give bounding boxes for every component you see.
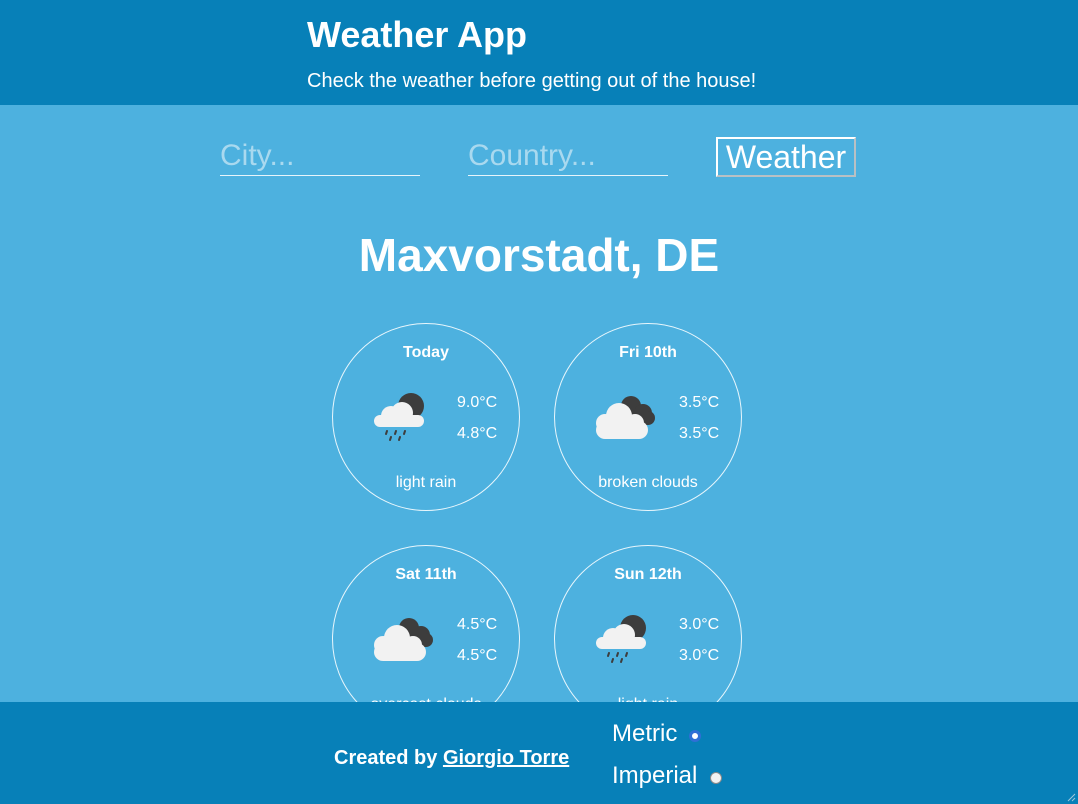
temp-max: 9.0°C xyxy=(457,394,498,411)
imperial-radio[interactable] xyxy=(710,772,722,784)
forecast-card-fri: Fri 10th 3.5°C 3.5°C broken clouds xyxy=(554,323,742,511)
resize-grip-icon[interactable] xyxy=(1066,792,1076,802)
weather-button[interactable]: Weather xyxy=(716,137,856,177)
temp-max: 3.5°C xyxy=(679,394,720,411)
imperial-label: Imperial xyxy=(612,762,698,789)
metric-radio[interactable] xyxy=(689,730,701,742)
author-link[interactable]: Giorgio Torre xyxy=(443,747,569,769)
app-subtitle: Check the weather before getting out of … xyxy=(307,70,757,92)
day-label: Sun 12th xyxy=(614,566,682,583)
day-label: Sat 11th xyxy=(395,566,457,583)
weather-description: broken clouds xyxy=(598,474,698,491)
city-input[interactable] xyxy=(220,136,420,176)
country-input[interactable] xyxy=(468,136,668,176)
credit-text: Created by Giorgio Torre xyxy=(334,746,569,770)
temp-max: 4.5°C xyxy=(457,616,498,633)
temp-max: 3.0°C xyxy=(679,616,720,633)
location-title: Maxvorstadt, DE xyxy=(358,229,720,281)
weather-description: light rain xyxy=(395,474,457,491)
temp-min: 3.0°C xyxy=(679,647,720,664)
app-title: Weather App xyxy=(307,14,528,55)
overcast-clouds-icon xyxy=(374,618,433,661)
temp-min: 4.5°C xyxy=(457,647,498,664)
day-label: Fri 10th xyxy=(619,344,677,361)
cloud-rain-icon xyxy=(596,615,646,663)
credit-prefix: Created by xyxy=(334,747,438,769)
temp-min: 4.8°C xyxy=(457,425,498,442)
forecast-card-today: Today 9.0°C 4.8°C light rain xyxy=(332,323,520,511)
cloud-rain-icon xyxy=(374,393,424,441)
footer: Created by Giorgio Torre Metric Imperial xyxy=(0,702,1078,804)
day-label: Today xyxy=(403,344,449,361)
header: Weather App Check the weather before get… xyxy=(0,0,1078,105)
broken-clouds-icon xyxy=(596,396,655,439)
metric-label: Metric xyxy=(612,720,678,747)
temp-min: 3.5°C xyxy=(679,425,720,442)
